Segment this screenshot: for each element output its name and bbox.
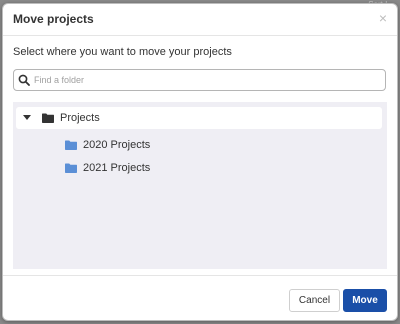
- close-button[interactable]: ×: [379, 10, 387, 26]
- instruction-text: Select where you want to move your proje…: [13, 46, 232, 58]
- modal-header: Move projects ×: [3, 4, 397, 36]
- close-icon[interactable]: ×: [379, 10, 387, 26]
- tree-item-label: 2021 Projects: [83, 162, 151, 174]
- folder-icon: [65, 163, 77, 173]
- tree-item-label: Projects: [60, 112, 100, 124]
- folder-icon: [42, 113, 54, 123]
- tree-item-label: 2020 Projects: [83, 139, 151, 151]
- search-box[interactable]: [13, 69, 386, 91]
- tree-item-2021-projects[interactable]: 2021 Projects: [65, 157, 150, 179]
- move-projects-dialog: Move projects × Select where you want to…: [2, 3, 398, 321]
- modal-footer: Cancel Move: [3, 275, 397, 322]
- modal-title: Move projects: [13, 12, 94, 26]
- move-button[interactable]: Move: [343, 289, 387, 312]
- tree-item-2020-projects[interactable]: 2020 Projects: [65, 134, 150, 156]
- search-input[interactable]: [34, 72, 374, 88]
- search-icon: [18, 74, 30, 86]
- tree-item-projects[interactable]: Projects: [16, 107, 382, 129]
- folder-icon: [65, 140, 77, 150]
- caret-down-icon[interactable]: [22, 113, 32, 123]
- folder-tree: Projects 2020 Projects 2021 Projects: [13, 102, 387, 269]
- cancel-button[interactable]: Cancel: [289, 289, 340, 312]
